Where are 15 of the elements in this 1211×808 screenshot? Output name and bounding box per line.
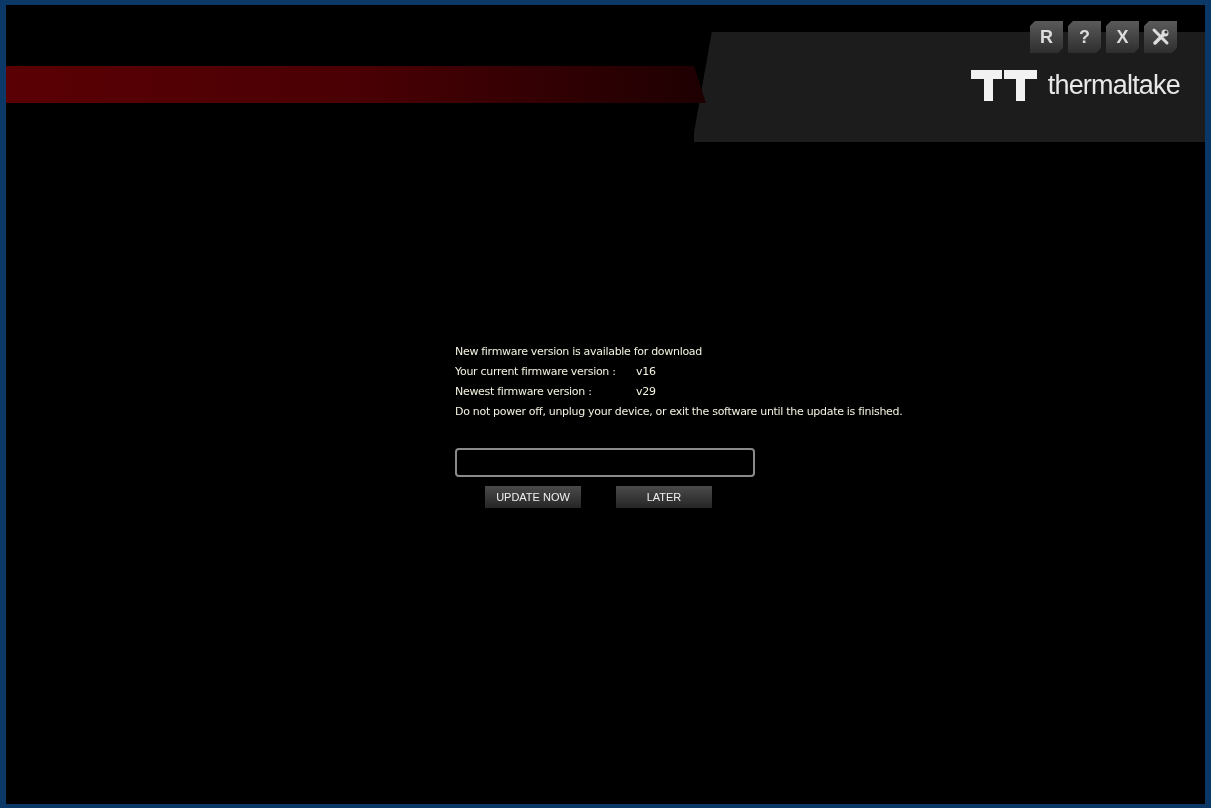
logo-wordmark: thermaltake: [1047, 72, 1180, 99]
logo-mark-icon: [970, 70, 1037, 101]
version-value: v29: [636, 385, 656, 398]
version-label: Newest firmware version :: [455, 385, 593, 398]
version-value: v16: [636, 365, 656, 378]
window-button[interactable]: R: [1030, 21, 1063, 53]
dialog-button[interactable]: UPDATE NOW: [485, 486, 581, 508]
dialog-button[interactable]: LATER: [616, 486, 712, 508]
tools-icon: [1150, 27, 1171, 47]
update-heading: New firmware version is available for download: [455, 345, 703, 358]
window-button[interactable]: ?: [1068, 21, 1101, 53]
warning-text: Do not power off, unplug your device, or exit the software until the update is finished.: [455, 405, 904, 418]
settings-button[interactable]: [1144, 21, 1177, 53]
version-label: Your current firmware version :: [455, 365, 617, 378]
window-button[interactable]: X: [1106, 21, 1139, 53]
